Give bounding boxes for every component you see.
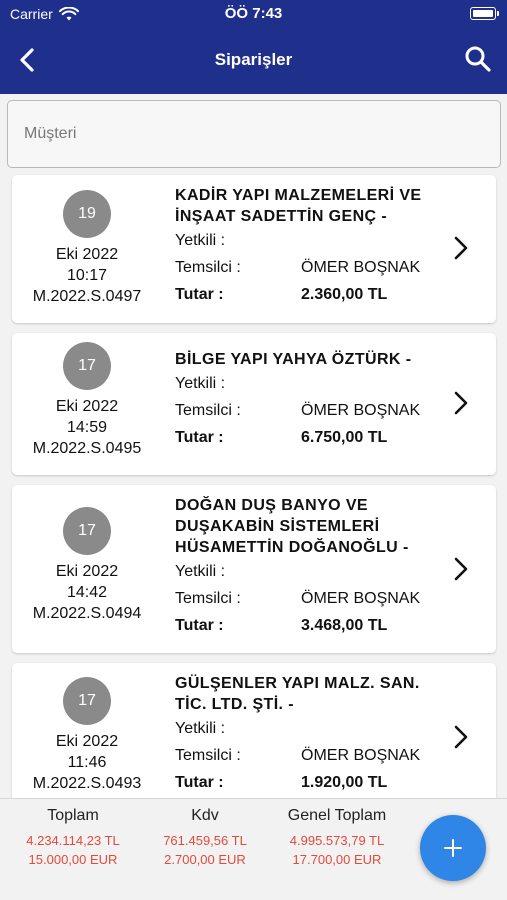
order-code: M.2022.S.0494: [32, 605, 142, 622]
order-card[interactable]: 17 Eki 2022 14:59 M.2022.S.0495 BİLGE YA…: [12, 333, 496, 475]
order-list: 19 Eki 2022 10:17 M.2022.S.0497 KADİR YA…: [0, 172, 507, 798]
genel-toplam-label: Genel Toplam: [287, 807, 387, 824]
status-bar: Carrier ÖÖ 7:43: [0, 0, 507, 28]
tutar-label: Tutar :: [175, 774, 224, 791]
toplam-eur: 15.000,00 EUR: [28, 852, 118, 867]
temsilci-value: ÖMER BOŞNAK: [301, 259, 421, 276]
kdv-column: Kdv 761.459,56 TL 2.700,00 EUR: [150, 807, 260, 869]
order-company: DOĞAN DUŞ BANYO VE DUŞAKABİN SİSTEMLERİ …: [175, 497, 409, 556]
temsilci-label: Temsilci :: [175, 590, 241, 607]
order-details: GÜLŞENLER YAPI MALZ. SAN. TİC. LTD. ŞTİ.…: [175, 673, 440, 796]
tutar-value: 1.920,00 TL: [301, 774, 388, 791]
tutar-value: 2.360,00 TL: [301, 286, 388, 303]
temsilci-row: Temsilci : ÖMER BOŞNAK: [175, 397, 440, 424]
temsilci-label: Temsilci :: [175, 259, 241, 276]
day-badge: 17: [63, 342, 111, 390]
order-details: KADİR YAPI MALZEMELERİ VE İNŞAAT SADETTİ…: [175, 185, 440, 308]
order-month-year: Eki 2022: [55, 733, 119, 750]
toplam-label: Toplam: [47, 807, 99, 824]
order-date-block: 17 Eki 2022 11:46 M.2022.S.0493: [12, 677, 162, 794]
chevron-right-icon[interactable]: [454, 557, 468, 581]
search-icon[interactable]: [463, 44, 493, 74]
chevron-right-icon[interactable]: [454, 391, 468, 415]
order-date-block: 17 Eki 2022 14:59 M.2022.S.0495: [12, 342, 162, 459]
order-month-year: Eki 2022: [55, 398, 119, 415]
tutar-row: Tutar : 1.920,00 TL: [175, 769, 440, 796]
yetkili-row: Yetkili :: [175, 715, 440, 742]
order-company: GÜLŞENLER YAPI MALZ. SAN. TİC. LTD. ŞTİ.…: [175, 675, 420, 713]
toplam-column: Toplam 4.234.114,23 TL 15.000,00 EUR: [14, 807, 132, 869]
chevron-right-icon[interactable]: [454, 725, 468, 749]
tutar-label: Tutar :: [175, 286, 224, 303]
tutar-label: Tutar :: [175, 617, 224, 634]
tutar-value: 3.468,00 TL: [301, 617, 388, 634]
app-header: Carrier ÖÖ 7:43 Siparişler: [0, 0, 507, 94]
chevron-right-icon[interactable]: [454, 236, 468, 260]
order-card[interactable]: 17 Eki 2022 11:46 M.2022.S.0493 GÜLŞENLE…: [12, 663, 496, 798]
temsilci-value: ÖMER BOŞNAK: [301, 402, 421, 419]
yetkili-label: Yetkili :: [175, 563, 226, 580]
order-code: M.2022.S.0495: [32, 440, 142, 457]
temsilci-row: Temsilci : ÖMER BOŞNAK: [175, 254, 440, 281]
status-time: ÖÖ 7:43: [224, 5, 283, 22]
tutar-value: 6.750,00 TL: [301, 429, 388, 446]
genel-toplam-eur: 17.700,00 EUR: [292, 852, 382, 867]
yetkili-row: Yetkili :: [175, 370, 440, 397]
yetkili-label: Yetkili :: [175, 232, 226, 249]
temsilci-value: ÖMER BOŞNAK: [301, 590, 421, 607]
order-company: KADİR YAPI MALZEMELERİ VE İNŞAAT SADETTİ…: [175, 187, 422, 225]
order-code: M.2022.S.0497: [32, 288, 142, 305]
temsilci-value: ÖMER BOŞNAK: [301, 747, 421, 764]
yetkili-label: Yetkili :: [175, 375, 226, 392]
kdv-label: Kdv: [191, 807, 219, 824]
order-month-year: Eki 2022: [55, 563, 119, 580]
order-card[interactable]: 17 Eki 2022 14:42 M.2022.S.0494 DOĞAN DU…: [12, 485, 496, 653]
add-order-button[interactable]: [420, 815, 486, 881]
temsilci-row: Temsilci : ÖMER BOŞNAK: [175, 585, 440, 612]
tutar-label: Tutar :: [175, 429, 224, 446]
genel-toplam-column: Genel Toplam 4.995.573,79 TL 17.700,00 E…: [274, 807, 400, 869]
tutar-row: Tutar : 3.468,00 TL: [175, 612, 440, 639]
kdv-tl: 761.459,56 TL: [163, 833, 247, 848]
day-badge: 17: [63, 507, 111, 555]
order-card[interactable]: 19 Eki 2022 10:17 M.2022.S.0497 KADİR YA…: [12, 175, 496, 323]
kdv-eur: 2.700,00 EUR: [164, 852, 246, 867]
tutar-row: Tutar : 6.750,00 TL: [175, 424, 440, 451]
yetkili-row: Yetkili :: [175, 558, 440, 585]
temsilci-row: Temsilci : ÖMER BOŞNAK: [175, 742, 440, 769]
tutar-row: Tutar : 2.360,00 TL: [175, 281, 440, 308]
order-time: 10:17: [66, 267, 108, 284]
order-date-block: 19 Eki 2022 10:17 M.2022.S.0497: [12, 190, 162, 307]
genel-toplam-tl: 4.995.573,79 TL: [289, 833, 385, 848]
order-company: BİLGE YAPI YAHYA ÖZTÜRK -: [175, 351, 412, 368]
day-badge: 19: [63, 190, 111, 238]
order-date-block: 17 Eki 2022 14:42 M.2022.S.0494: [12, 507, 162, 624]
customer-search-input[interactable]: [8, 101, 500, 167]
order-details: DOĞAN DUŞ BANYO VE DUŞAKABİN SİSTEMLERİ …: [175, 495, 440, 639]
temsilci-label: Temsilci :: [175, 402, 241, 419]
order-time: 14:42: [66, 584, 108, 601]
order-time: 11:46: [67, 754, 107, 771]
order-time: 14:59: [66, 419, 108, 436]
order-details: BİLGE YAPI YAHYA ÖZTÜRK - Yetkili : Tems…: [175, 349, 440, 451]
yetkili-label: Yetkili :: [175, 720, 226, 737]
toplam-tl: 4.234.114,23 TL: [26, 833, 120, 848]
page-title: Siparişler: [214, 50, 293, 69]
yetkili-row: Yetkili :: [175, 227, 440, 254]
battery-icon: [470, 7, 499, 20]
temsilci-label: Temsilci :: [175, 747, 241, 764]
day-badge: 17: [63, 677, 111, 725]
customer-search-field[interactable]: [7, 100, 501, 168]
order-month-year: Eki 2022: [55, 246, 119, 263]
order-code: M.2022.S.0493: [32, 775, 142, 792]
